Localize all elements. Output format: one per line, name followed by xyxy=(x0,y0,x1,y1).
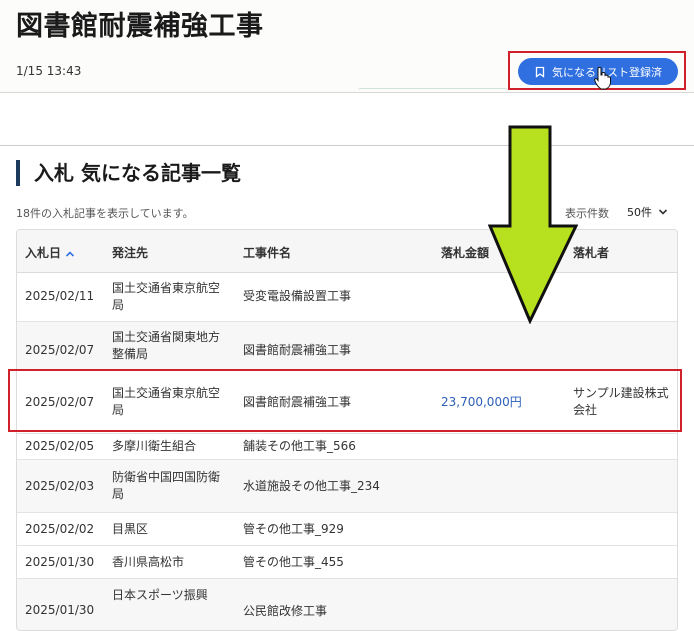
chevron-down-icon xyxy=(658,209,668,215)
cell-client: 国土交通省関東地方整備局 xyxy=(112,330,221,361)
cell-date: 2025/01/30 xyxy=(25,554,95,569)
column-header-project[interactable]: 工事件名 xyxy=(243,244,291,261)
chevron-up-icon xyxy=(65,250,75,257)
header-divider xyxy=(0,92,694,93)
cell-project: 管その他工事_929 xyxy=(243,521,344,536)
column-header-date[interactable]: 入札日 xyxy=(25,244,75,261)
table-row[interactable]: 2025/02/11 国土交通省東京航空局 受変電設備設置工事 xyxy=(17,272,677,322)
hand-cursor-icon xyxy=(593,66,611,90)
cell-client: 目黒区 xyxy=(112,521,149,536)
cell-client: 防衛省中国四国防衛局 xyxy=(112,470,221,501)
cell-date: 2025/02/05 xyxy=(25,439,95,453)
table-row[interactable]: 2025/02/07 国土交通省関東地方整備局 図書館耐震補強工事 xyxy=(17,322,677,371)
cell-date: 2025/02/02 xyxy=(25,521,95,536)
section-divider xyxy=(0,145,694,146)
cell-client: 多摩川衛生組合 xyxy=(112,439,197,453)
per-page-value: 50件 xyxy=(627,206,652,219)
cell-client: 香川県高松市 xyxy=(112,554,185,569)
cell-date: 2025/02/11 xyxy=(25,289,95,303)
table-row[interactable]: 2025/02/03 防衛省中国四国防衛局 水道施設その他工事_234 xyxy=(17,460,677,513)
table-row[interactable]: 2025/01/30 日本スポーツ振興 公民館改修工事 xyxy=(17,579,677,630)
annotation-box-row xyxy=(8,369,682,432)
column-header-client[interactable]: 発注先 xyxy=(112,244,148,261)
result-count: 18件の入札記事を表示しています。 xyxy=(16,207,194,220)
page-title: 図書館耐震補強工事 xyxy=(16,11,264,42)
table-row[interactable]: 2025/02/05 多摩川衛生組合 舗装その他工事_566 xyxy=(17,434,677,460)
section-heading: 入札 気になる記事一覧 xyxy=(16,160,241,186)
cell-project: 水道施設その他工事_234 xyxy=(243,478,380,493)
per-page-select[interactable]: 50件 xyxy=(627,204,668,220)
cell-project: 受変電設備設置工事 xyxy=(243,289,352,303)
cell-project: 舗装その他工事_566 xyxy=(243,439,356,453)
cell-client: 国土交通省東京航空局 xyxy=(112,280,221,312)
column-header-amount[interactable]: 落札金額 xyxy=(441,244,489,261)
table-header: 入札日 発注先 工事件名 落札金額 落札者 xyxy=(17,230,677,273)
cell-project: 公民館改修工事 xyxy=(243,603,328,618)
cell-date: 2025/02/03 xyxy=(25,478,95,493)
timestamp: 1/15 13:43 xyxy=(16,64,82,78)
down-arrow-icon xyxy=(488,125,578,324)
cell-project: 管その他工事_455 xyxy=(243,554,344,569)
cell-date: 2025/01/30 xyxy=(25,602,95,617)
cell-client: 日本スポーツ振興 xyxy=(112,587,208,602)
table-row[interactable]: 2025/02/02 目黒区 管その他工事_929 xyxy=(17,513,677,546)
column-header-winner[interactable]: 落札者 xyxy=(573,244,609,261)
table-row[interactable]: 2025/01/30 香川県高松市 管その他工事_455 xyxy=(17,546,677,579)
